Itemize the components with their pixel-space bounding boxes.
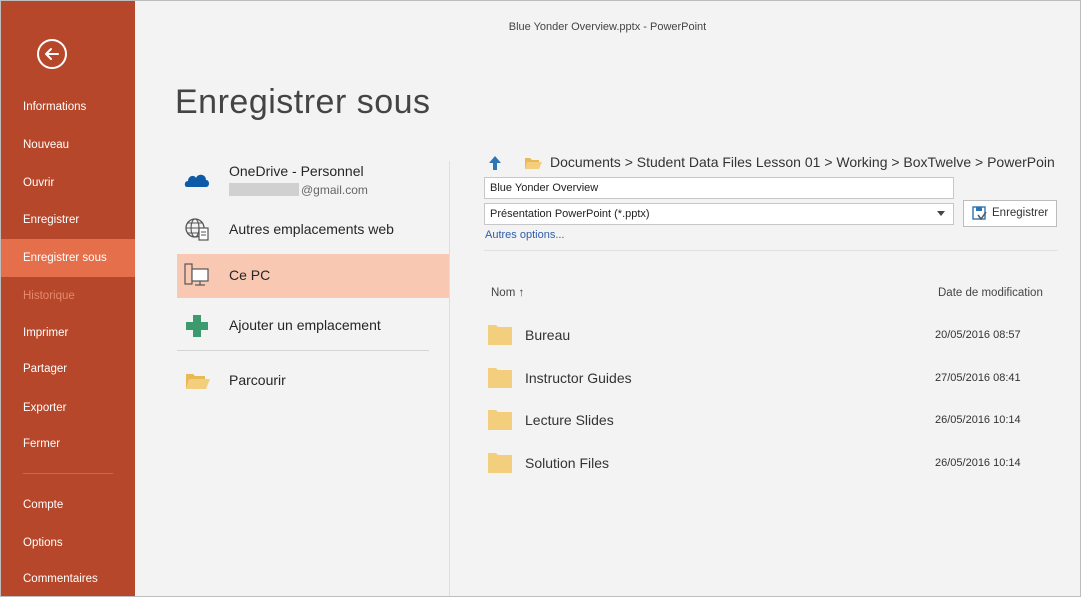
location-label: Autres emplacements web — [229, 221, 394, 237]
file-date: 27/05/2016 08:41 — [935, 372, 1021, 384]
breadcrumb-path[interactable]: Documents > Student Data Files Lesson 01… — [550, 154, 1055, 170]
sidebar-divider — [23, 473, 113, 474]
file-name: Solution Files — [525, 455, 610, 471]
globe-icon — [185, 218, 209, 241]
nav-commentaires[interactable]: Commentaires — [1, 560, 135, 596]
column-header-name[interactable]: Nom ↑ — [491, 287, 524, 299]
page-title: Enregistrer sous — [175, 83, 431, 121]
file-date: 20/05/2016 08:57 — [935, 329, 1021, 341]
file-name: Bureau — [525, 327, 571, 343]
location-onedrive[interactable]: OneDrive - Personnel @gmail.com — [177, 157, 449, 201]
location-add-place[interactable]: Ajouter un emplacement — [177, 304, 449, 348]
filename-input[interactable] — [484, 177, 954, 199]
location-label: Ce PC — [229, 267, 271, 283]
file-name: Lecture Slides — [525, 412, 614, 428]
location-this-pc[interactable]: Ce PC — [177, 254, 449, 298]
file-name: Instructor Guides — [525, 370, 632, 386]
file-date: 26/05/2016 10:14 — [935, 414, 1021, 426]
folder-icon — [488, 325, 512, 345]
file-row[interactable]: Solution Files 26/05/2016 10:14 — [484, 442, 1058, 482]
redacted-email — [229, 183, 299, 196]
plus-icon — [186, 315, 208, 337]
up-arrow-icon[interactable] — [488, 155, 502, 171]
save-icon — [972, 206, 987, 221]
file-type-value: Présentation PowerPoint (*.pptx) — [490, 208, 650, 220]
nav-fermer[interactable]: Fermer — [1, 425, 135, 463]
window-title: Blue Yonder Overview.pptx - PowerPoint — [508, 21, 707, 33]
nav-enregistrer-sous[interactable]: Enregistrer sous — [1, 239, 135, 277]
file-row[interactable]: Instructor Guides 27/05/2016 08:41 — [484, 357, 1058, 397]
nav-compte[interactable]: Compte — [1, 486, 135, 524]
breadcrumb: Documents > Student Data Files Lesson 01… — [488, 152, 1080, 176]
nav-imprimer[interactable]: Imprimer — [1, 314, 135, 352]
column-header-date[interactable]: Date de modification — [938, 287, 1043, 299]
nav-nouveau[interactable]: Nouveau — [1, 126, 135, 164]
location-web[interactable]: Autres emplacements web — [177, 207, 449, 251]
pane-divider — [484, 250, 1058, 251]
nav-ouvrir[interactable]: Ouvrir — [1, 164, 135, 202]
back-button[interactable] — [37, 39, 67, 69]
open-folder-icon — [186, 374, 210, 389]
powerpoint-window: Informations Nouveau Ouvrir Enregistrer … — [0, 0, 1081, 597]
file-row[interactable]: Lecture Slides 26/05/2016 10:14 — [484, 399, 1058, 439]
folder-icon — [488, 410, 512, 430]
onedrive-cloud-icon — [184, 174, 209, 187]
nav-historique: Historique — [23, 290, 75, 302]
back-arrow-icon — [45, 48, 59, 60]
more-options-link[interactable]: Autres options... — [485, 229, 565, 241]
location-label: Parcourir — [229, 372, 286, 388]
file-type-dropdown[interactable]: Présentation PowerPoint (*.pptx) — [484, 203, 954, 225]
location-label: Ajouter un emplacement — [229, 317, 381, 333]
column-divider — [449, 161, 450, 596]
nav-enregistrer[interactable]: Enregistrer — [1, 201, 135, 239]
computer-icon — [184, 263, 209, 286]
file-date: 26/05/2016 10:14 — [935, 457, 1021, 469]
location-browse[interactable]: Parcourir — [177, 359, 449, 403]
location-sublabel: @gmail.com — [301, 183, 368, 197]
folder-icon — [488, 453, 512, 473]
backstage-sidebar: Informations Nouveau Ouvrir Enregistrer … — [1, 1, 135, 596]
folder-icon — [488, 368, 512, 388]
save-button[interactable]: Enregistrer — [963, 200, 1057, 227]
locations-divider — [177, 350, 429, 351]
nav-informations[interactable]: Informations — [1, 88, 135, 126]
save-button-label: Enregistrer — [992, 207, 1049, 219]
file-row[interactable]: Bureau 20/05/2016 08:57 — [484, 314, 1058, 354]
location-label: OneDrive - Personnel — [229, 163, 364, 179]
folder-icon — [525, 158, 542, 169]
dropdown-arrow-icon — [937, 211, 945, 216]
nav-partager[interactable]: Partager — [1, 350, 135, 388]
nav-exporter[interactable]: Exporter — [1, 389, 135, 427]
nav-options[interactable]: Options — [1, 524, 135, 562]
